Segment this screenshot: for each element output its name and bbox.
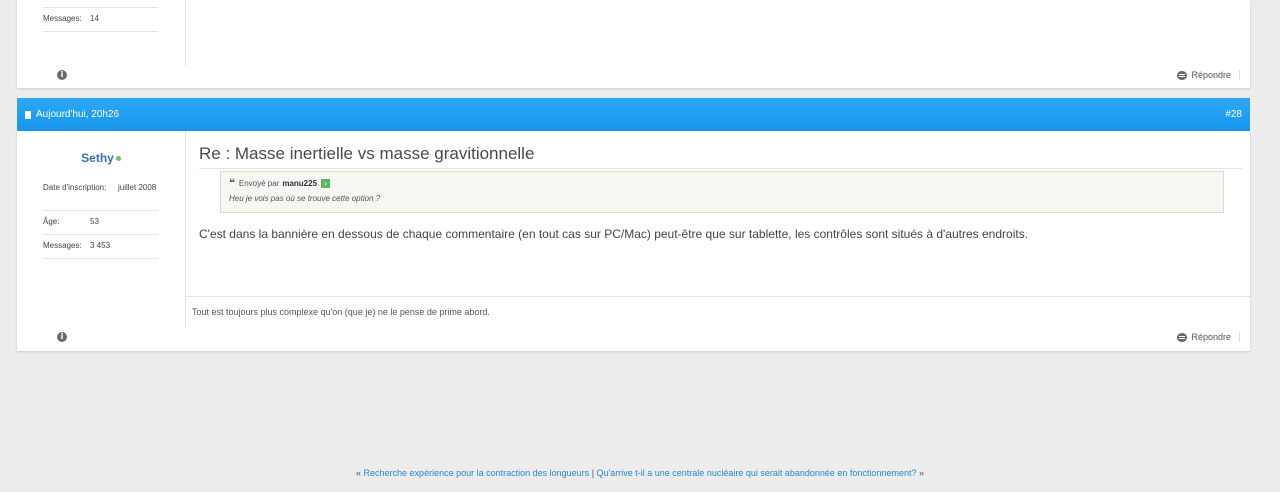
info-row-messages: Messages: 3 453 xyxy=(43,241,158,250)
divider xyxy=(43,210,158,211)
previous-post: Messages: 14 i Répondre xyxy=(17,0,1250,88)
info-icon[interactable]: i xyxy=(57,332,67,342)
info-row-age: Âge: 53 xyxy=(43,217,158,226)
post-title: Re : Masse inertielle vs masse gravition… xyxy=(199,144,1242,169)
next-thread-link[interactable]: Qu'arrive t-il a une centrale nucléaire … xyxy=(597,468,917,478)
user-sidebar: Sethy Date d'inscription: juillet 2008 Â… xyxy=(17,131,186,327)
go-to-post-icon[interactable]: › xyxy=(321,179,331,188)
reply-label: Répondre xyxy=(1191,70,1231,80)
post-date: Aujourd'hui, 20h26 xyxy=(25,109,119,120)
divider xyxy=(43,234,158,235)
post-header: Aujourd'hui, 20h26 #28 xyxy=(17,98,1250,131)
info-value: juillet 2008 xyxy=(118,183,157,192)
reply-icon xyxy=(1177,332,1188,342)
divider xyxy=(43,258,158,259)
info-label: Date d'inscription: xyxy=(43,183,107,192)
info-value: 14 xyxy=(90,14,99,23)
previous-post-sidebar: Messages: 14 xyxy=(17,0,186,66)
info-value: 3 453 xyxy=(90,241,111,250)
thread-navigation: « Recherche expérience pour la contracti… xyxy=(0,468,1280,478)
info-row-join-date: Date d'inscription: juillet 2008 xyxy=(43,183,158,192)
quote-block: ❝ Envoyé par manu225 › Heu je vois pas o… xyxy=(220,171,1224,213)
post-signature: Tout est toujours plus complexe qu'on (q… xyxy=(192,307,490,317)
reply-label: Répondre xyxy=(1191,332,1231,342)
divider xyxy=(43,31,158,32)
document-icon xyxy=(25,110,31,119)
info-row-messages: Messages: 14 xyxy=(43,14,158,23)
username-text[interactable]: Sethy xyxy=(81,151,114,165)
quote-text: Heu je vois pas où se trouve cette optio… xyxy=(229,194,381,203)
info-icon[interactable]: i xyxy=(57,70,67,80)
post-date-text: Aujourd'hui, 20h26 xyxy=(36,109,120,120)
divider xyxy=(186,296,1250,297)
post-number-link[interactable]: #28 xyxy=(1225,109,1242,120)
divider xyxy=(1239,332,1240,342)
quote-header: ❝ Envoyé par manu225 › xyxy=(229,178,331,189)
info-label: Messages: xyxy=(43,14,82,23)
divider xyxy=(43,7,158,8)
quote-icon: ❝ xyxy=(229,178,235,189)
username[interactable]: Sethy xyxy=(17,151,185,165)
info-label: Âge: xyxy=(43,217,60,226)
reply-button[interactable]: Répondre xyxy=(1177,332,1240,342)
reply-button[interactable]: Répondre xyxy=(1177,70,1240,80)
online-status-icon xyxy=(115,156,121,162)
info-label: Messages: xyxy=(43,241,82,250)
post-message: C'est dans la bannière en dessous de cha… xyxy=(199,227,1029,241)
nav-separator: | xyxy=(591,468,595,478)
post: Sethy Date d'inscription: juillet 2008 Â… xyxy=(17,131,1250,351)
reply-icon xyxy=(1177,70,1188,80)
previous-marker: « xyxy=(356,468,362,478)
info-value: 53 xyxy=(90,217,99,226)
quote-author: manu225 xyxy=(282,179,318,188)
next-marker: » xyxy=(918,468,924,478)
divider xyxy=(1239,70,1240,80)
previous-thread-link[interactable]: Recherche expérience pour la contraction… xyxy=(364,468,590,478)
quote-sent-by: Envoyé par xyxy=(238,179,280,188)
